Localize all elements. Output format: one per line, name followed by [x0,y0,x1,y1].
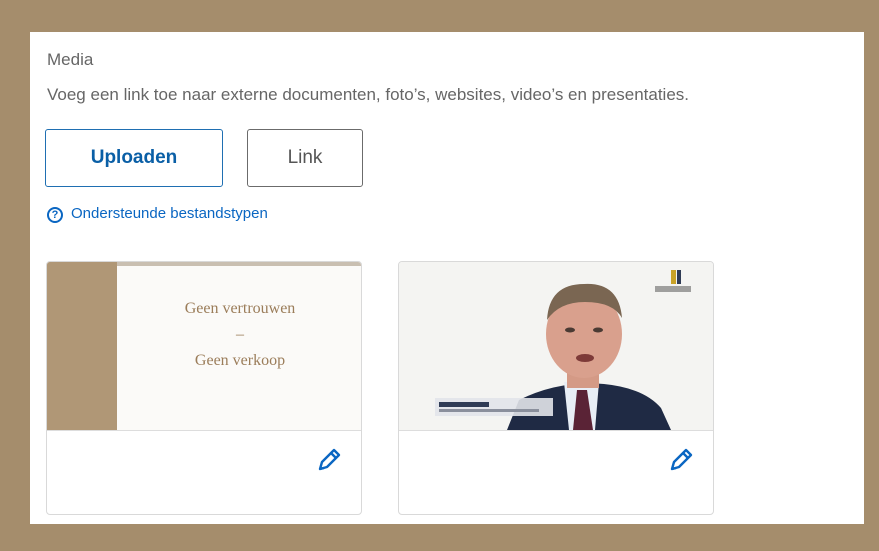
upload-button[interactable]: Uploaden [45,129,223,187]
slide-line-2: – [236,326,244,343]
video-thumbnail [399,262,713,431]
media-card-video[interactable] [398,261,714,515]
slide-line-1: Geen vertrouwen [184,300,296,317]
media-card-presentation[interactable]: Geen vertrouwen – Geen verkoop [46,261,362,515]
slide-line-3: Geen verkoop [194,352,286,369]
help-link-label: Ondersteunde bestandstypen [71,205,268,222]
edit-pencil-icon[interactable] [667,446,695,474]
slide-text: Geen vertrouwen – Geen verkoop [119,296,361,374]
edit-pencil-icon[interactable] [315,446,343,474]
question-icon: ? [47,207,63,223]
link-button[interactable]: Link [247,129,363,187]
media-title: Media [47,50,94,69]
presenter-video-frame [399,262,713,430]
media-panel: Media Voeg een link toe naar externe doc… [30,32,864,524]
presentation-thumbnail: Geen vertrouwen – Geen verkoop [47,262,361,431]
media-description: Voeg een link toe naar externe documente… [47,85,690,104]
supported-file-types-link[interactable]: ? Ondersteunde bestandstypen [47,204,268,223]
slide-side-strip [47,262,117,430]
